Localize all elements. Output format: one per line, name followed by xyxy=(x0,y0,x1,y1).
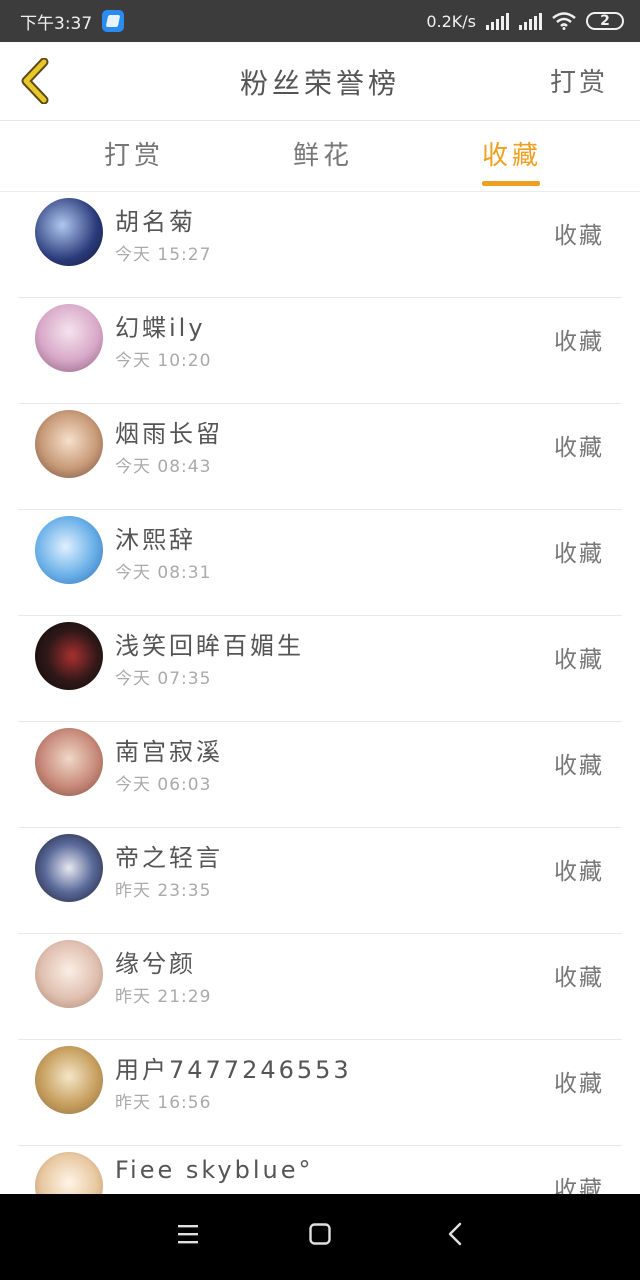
tab-indicator xyxy=(482,181,540,186)
avatar xyxy=(35,622,103,690)
list-item[interactable]: 帝之轻言 昨天 23:35 收藏 xyxy=(18,828,622,934)
page-title: 粉丝荣誉榜 xyxy=(239,67,400,100)
user-name: 南宫寂溪 xyxy=(115,738,223,766)
avatar xyxy=(35,1152,103,1194)
user-name: 帝之轻言 xyxy=(115,844,223,872)
avatar xyxy=(35,728,103,796)
favorite-time: 今天 15:27 xyxy=(115,245,212,265)
back-icon[interactable] xyxy=(444,1222,468,1246)
list-item[interactable]: 浅笑回眸百媚生 今天 07:35 收藏 xyxy=(18,616,622,722)
reward-button[interactable]: 打赏 xyxy=(550,62,608,99)
status-time: 下午3:37 xyxy=(20,13,93,34)
favorite-time: 今天 07:35 xyxy=(115,669,212,689)
favorite-label: 收藏 xyxy=(554,965,604,991)
avatar xyxy=(35,834,103,902)
favorite-label: 收藏 xyxy=(554,223,604,249)
favorite-label: 收藏 xyxy=(554,435,604,461)
list-item[interactable]: 沐熙辞 今天 08:31 收藏 xyxy=(18,510,622,616)
user-name: 沐熙辞 xyxy=(115,526,196,554)
tab-bar: 打赏 鲜花 收藏 xyxy=(0,121,640,192)
list-item[interactable]: Fiee skyblue° 收藏 xyxy=(18,1146,622,1194)
favorite-label: 收藏 xyxy=(554,753,604,779)
avatar xyxy=(35,410,103,478)
status-bar: 下午3:37 0.2K/s 2 xyxy=(0,0,640,42)
list-item[interactable]: 胡名菊 今天 15:27 收藏 xyxy=(18,192,622,298)
user-name: Fiee skyblue° xyxy=(115,1156,314,1184)
user-name: 缘兮颜 xyxy=(115,950,196,978)
avatar xyxy=(35,198,103,266)
battery-icon: 2 xyxy=(586,12,624,30)
favorite-time: 今天 08:31 xyxy=(115,563,212,583)
signal-icon xyxy=(486,12,509,30)
favorite-label: 收藏 xyxy=(554,541,604,567)
list-item[interactable]: 烟雨长留 今天 08:43 收藏 xyxy=(18,404,622,510)
favorite-label: 收藏 xyxy=(554,1177,604,1194)
system-nav-bar xyxy=(0,1194,640,1280)
network-speed: 0.2K/s xyxy=(426,11,476,31)
favorite-time: 昨天 16:56 xyxy=(115,1093,212,1113)
list-item[interactable]: 幻蝶ily 今天 10:20 收藏 xyxy=(18,298,622,404)
wifi-icon xyxy=(552,12,576,30)
status-indicators: 0.2K/s 2 xyxy=(426,12,624,31)
tab-flowers[interactable]: 鲜花 xyxy=(293,135,353,172)
fan-list[interactable]: 胡名菊 今天 15:27 收藏 幻蝶ily 今天 10:20 收藏 烟雨长留 今… xyxy=(0,192,640,1194)
tab-reward[interactable]: 打赏 xyxy=(104,135,164,172)
favorite-label: 收藏 xyxy=(554,1071,604,1097)
user-name: 幻蝶ily xyxy=(115,314,206,342)
favorite-time: 昨天 21:29 xyxy=(115,987,212,1007)
menu-icon[interactable] xyxy=(176,1222,200,1246)
signal-icon-2 xyxy=(519,12,542,30)
favorite-time: 今天 06:03 xyxy=(115,775,212,795)
list-item[interactable]: 南宫寂溪 今天 06:03 收藏 xyxy=(18,722,622,828)
avatar xyxy=(35,516,103,584)
app-notification-icon xyxy=(102,10,125,32)
list-item[interactable]: 用户7477246553 昨天 16:56 收藏 xyxy=(18,1040,622,1146)
favorite-time: 今天 10:20 xyxy=(115,351,212,371)
favorite-label: 收藏 xyxy=(554,647,604,673)
user-name: 烟雨长留 xyxy=(115,420,223,448)
user-name: 用户7477246553 xyxy=(115,1056,352,1084)
header: 粉丝荣誉榜 打赏 xyxy=(0,42,640,121)
tab-favorites[interactable]: 收藏 xyxy=(482,135,542,172)
avatar xyxy=(35,940,103,1008)
favorite-time: 昨天 23:35 xyxy=(115,881,212,901)
favorite-time: 今天 08:43 xyxy=(115,457,212,477)
user-name: 浅笑回眸百媚生 xyxy=(115,632,304,660)
avatar xyxy=(35,304,103,372)
home-icon[interactable] xyxy=(308,1222,332,1246)
user-name: 胡名菊 xyxy=(115,208,196,236)
favorite-label: 收藏 xyxy=(554,859,604,885)
list-item[interactable]: 缘兮颜 昨天 21:29 收藏 xyxy=(18,934,622,1040)
favorite-label: 收藏 xyxy=(554,329,604,355)
avatar xyxy=(35,1046,103,1114)
